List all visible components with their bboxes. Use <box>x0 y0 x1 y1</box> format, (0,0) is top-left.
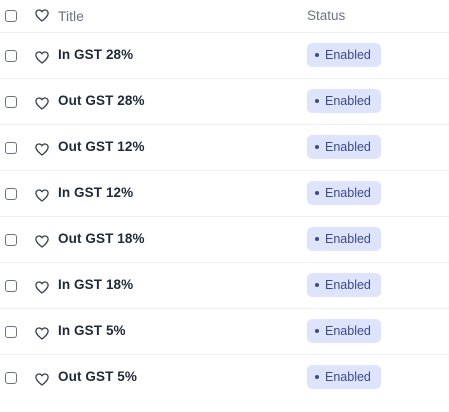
row-checkbox[interactable] <box>5 372 17 384</box>
tax-rates-table: Title Status In GST 28% Enabled Out GST … <box>0 0 449 400</box>
status-label: Enabled <box>325 186 371 200</box>
heart-icon[interactable] <box>35 51 49 64</box>
status-badge: Enabled <box>307 227 381 251</box>
heart-icon[interactable] <box>35 189 49 202</box>
status-label: Enabled <box>325 48 371 62</box>
status-badge: Enabled <box>307 135 381 159</box>
row-title[interactable]: In GST 28% <box>58 47 133 62</box>
select-all-checkbox[interactable] <box>5 10 17 22</box>
table-row[interactable]: In GST 12% Enabled <box>0 171 449 217</box>
row-checkbox[interactable] <box>5 142 17 154</box>
status-badge: Enabled <box>307 319 381 343</box>
status-dot-icon <box>315 145 319 149</box>
row-checkbox[interactable] <box>5 326 17 338</box>
status-dot-icon <box>315 99 319 103</box>
heart-icon[interactable] <box>35 9 49 22</box>
row-title[interactable]: Out GST 12% <box>58 139 145 154</box>
table-row[interactable]: Out GST 5% Enabled <box>0 355 449 400</box>
row-title[interactable]: In GST 5% <box>58 323 126 338</box>
status-dot-icon <box>315 237 319 241</box>
heart-icon[interactable] <box>35 143 49 156</box>
heart-icon[interactable] <box>35 97 49 110</box>
status-dot-icon <box>315 191 319 195</box>
table-row[interactable]: Out GST 12% Enabled <box>0 125 449 171</box>
status-label: Enabled <box>325 140 371 154</box>
heart-icon[interactable] <box>35 235 49 248</box>
status-badge: Enabled <box>307 273 381 297</box>
table-row[interactable]: In GST 28% Enabled <box>0 33 449 79</box>
column-header-status[interactable]: Status <box>307 8 345 23</box>
column-header-title[interactable]: Title <box>58 8 84 24</box>
status-label: Enabled <box>325 278 371 292</box>
row-title[interactable]: Out GST 28% <box>58 93 145 108</box>
row-checkbox[interactable] <box>5 96 17 108</box>
status-dot-icon <box>315 329 319 333</box>
heart-icon[interactable] <box>35 373 49 386</box>
table-row[interactable]: In GST 5% Enabled <box>0 309 449 355</box>
table-header: Title Status <box>0 0 449 33</box>
status-label: Enabled <box>325 232 371 246</box>
status-dot-icon <box>315 375 319 379</box>
row-checkbox[interactable] <box>5 188 17 200</box>
table-body: In GST 28% Enabled Out GST 28% Enabled O… <box>0 33 449 400</box>
row-checkbox[interactable] <box>5 234 17 246</box>
table-row[interactable]: Out GST 18% Enabled <box>0 217 449 263</box>
row-title[interactable]: In GST 12% <box>58 185 133 200</box>
row-checkbox[interactable] <box>5 50 17 62</box>
row-checkbox[interactable] <box>5 280 17 292</box>
status-badge: Enabled <box>307 181 381 205</box>
heart-icon[interactable] <box>35 327 49 340</box>
status-dot-icon <box>315 283 319 287</box>
status-badge: Enabled <box>307 89 381 113</box>
row-title[interactable]: Out GST 18% <box>58 231 145 246</box>
status-badge: Enabled <box>307 43 381 67</box>
status-badge: Enabled <box>307 365 381 389</box>
status-label: Enabled <box>325 324 371 338</box>
row-title[interactable]: In GST 18% <box>58 277 133 292</box>
heart-icon[interactable] <box>35 281 49 294</box>
row-title[interactable]: Out GST 5% <box>58 369 137 384</box>
table-row[interactable]: In GST 18% Enabled <box>0 263 449 309</box>
table-row[interactable]: Out GST 28% Enabled <box>0 79 449 125</box>
status-dot-icon <box>315 53 319 57</box>
status-label: Enabled <box>325 94 371 108</box>
status-label: Enabled <box>325 370 371 384</box>
